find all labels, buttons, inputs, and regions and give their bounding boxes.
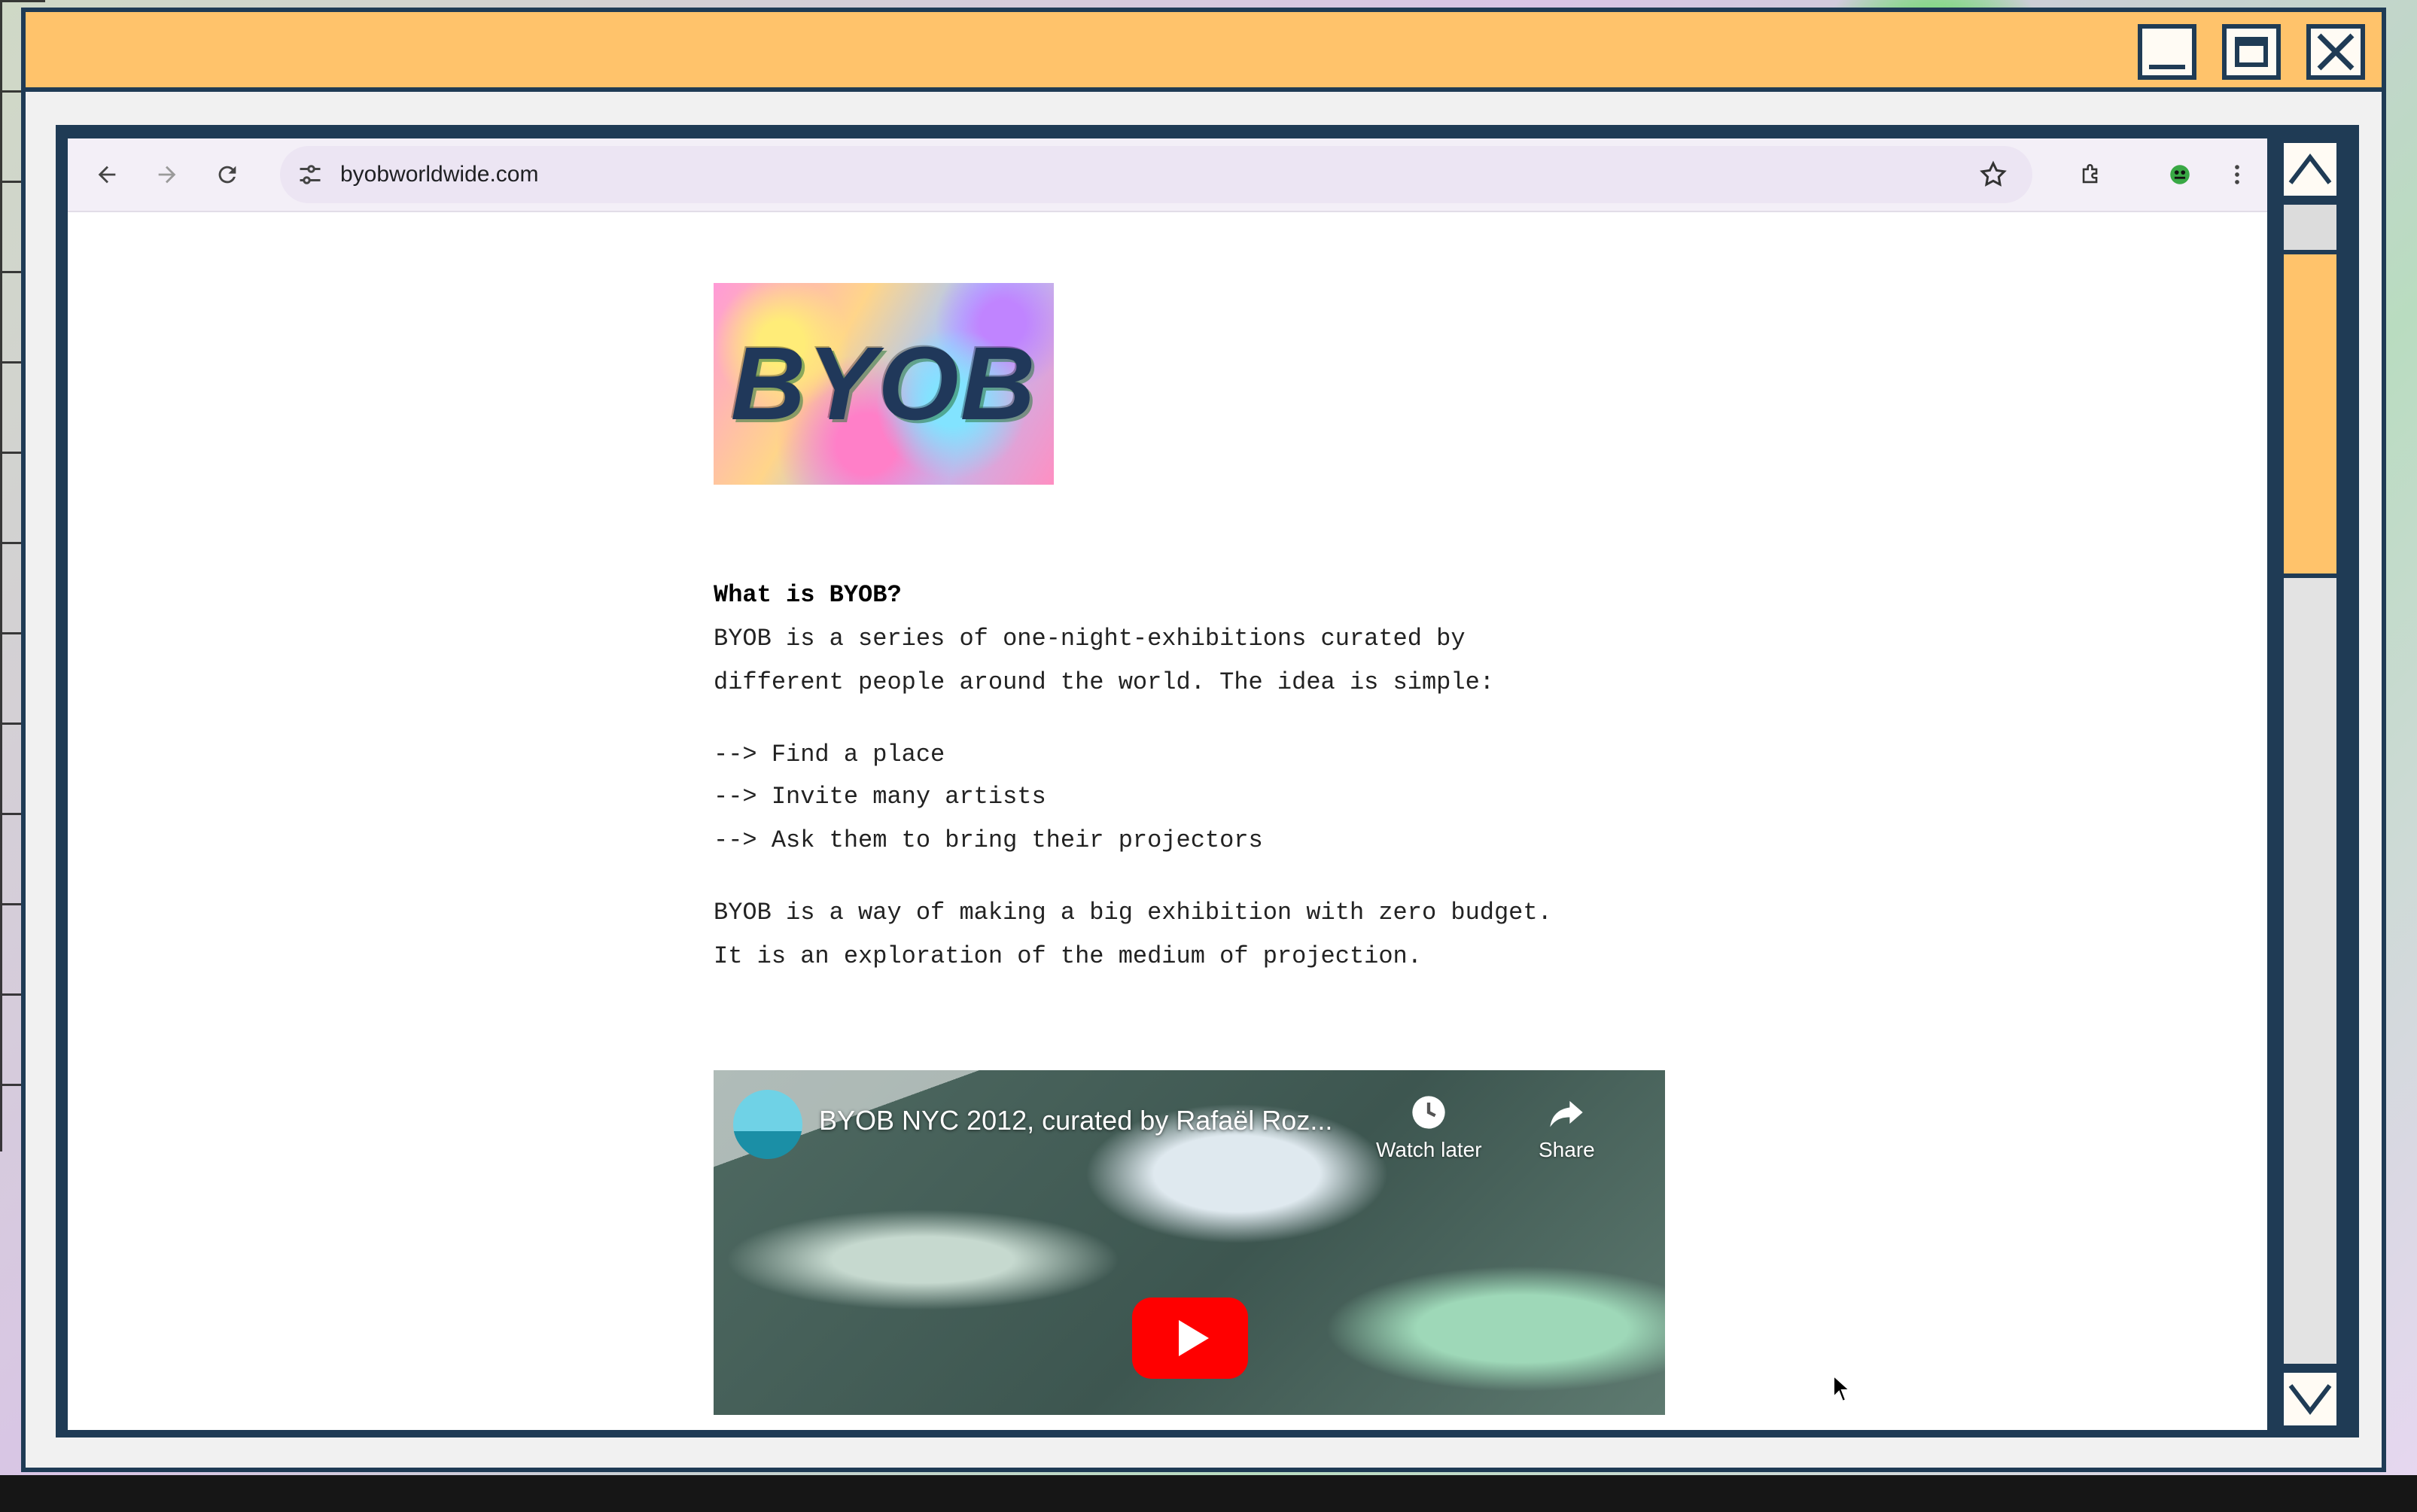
youtube-embed[interactable]: BYOB NYC 2012, curated by Rafaël Roz... … bbox=[714, 1070, 1665, 1415]
intro-line: different people around the world. The i… bbox=[714, 668, 1494, 696]
watch-later-label: Watch later bbox=[1376, 1138, 1482, 1161]
extension-avatar-icon bbox=[2170, 165, 2190, 184]
section-heading: What is BYOB? bbox=[714, 581, 902, 609]
chevron-up-icon bbox=[2288, 154, 2332, 184]
reload-button[interactable] bbox=[208, 155, 247, 194]
custom-scrollbar[interactable] bbox=[2273, 138, 2347, 1430]
tune-icon[interactable] bbox=[297, 161, 324, 188]
share-button[interactable]: Share bbox=[1539, 1093, 1595, 1162]
forward-button[interactable] bbox=[148, 155, 187, 194]
puzzle-icon bbox=[2082, 164, 2098, 184]
clock-icon bbox=[1412, 1096, 1445, 1129]
address-bar[interactable]: byobworldwide.com bbox=[280, 146, 2032, 203]
back-button[interactable] bbox=[87, 155, 126, 194]
step-item: --> Ask them to bring their projectors bbox=[714, 826, 1263, 854]
minimize-button[interactable] bbox=[2138, 24, 2196, 80]
step-item: --> Invite many artists bbox=[714, 783, 1046, 811]
close-button[interactable] bbox=[2306, 24, 2365, 80]
scroll-track-top bbox=[2284, 205, 2336, 254]
arrow-right-icon bbox=[158, 166, 176, 184]
outro-line: BYOB is a way of making a big exhibition… bbox=[714, 899, 1552, 926]
play-icon bbox=[1179, 1320, 1209, 1356]
reload-icon bbox=[218, 166, 236, 184]
extensions-button[interactable] bbox=[2071, 155, 2111, 194]
window-titlebar[interactable] bbox=[26, 12, 2382, 92]
outro-line: It is an exploration of the medium of pr… bbox=[714, 942, 1422, 970]
watch-later-button[interactable]: Watch later bbox=[1376, 1093, 1482, 1162]
url-text[interactable]: byobworldwide.com bbox=[340, 160, 538, 190]
mouse-cursor-icon bbox=[1833, 1374, 1852, 1403]
byob-logo: BYOB bbox=[714, 283, 1054, 485]
minimize-icon bbox=[2149, 65, 2185, 69]
scroll-thumb[interactable] bbox=[2284, 254, 2336, 578]
scroll-up-button[interactable] bbox=[2279, 138, 2341, 200]
browser-menu-button[interactable] bbox=[2218, 155, 2257, 194]
arrow-left-icon bbox=[98, 166, 116, 184]
browser-viewport: byobworldwide.com BYOB What is BYOB? BYO… bbox=[68, 138, 2267, 1430]
maximize-button[interactable] bbox=[2222, 24, 2281, 80]
share-label: Share bbox=[1539, 1138, 1595, 1161]
play-button[interactable] bbox=[1132, 1298, 1248, 1379]
scroll-down-button[interactable] bbox=[2279, 1368, 2341, 1430]
close-icon bbox=[2317, 33, 2355, 71]
browser-toolbar: byobworldwide.com bbox=[68, 138, 2267, 212]
kebab-menu-icon bbox=[2235, 165, 2239, 184]
logo-text: BYOB bbox=[730, 325, 1037, 442]
profile-extension-button[interactable] bbox=[2160, 155, 2199, 194]
step-item: --> Find a place bbox=[714, 741, 945, 768]
browser-frame: byobworldwide.com BYOB What is BYOB? BYO… bbox=[56, 125, 2359, 1437]
chevron-down-icon bbox=[2288, 1384, 2332, 1415]
scroll-track[interactable] bbox=[2284, 205, 2336, 1364]
maximize-icon bbox=[2235, 37, 2268, 67]
share-arrow-icon bbox=[1550, 1100, 1584, 1127]
intro-line: BYOB is a series of one-night-exhibition… bbox=[714, 625, 1466, 653]
star-icon[interactable] bbox=[1978, 160, 2008, 190]
taskbar bbox=[0, 1475, 2417, 1512]
channel-avatar[interactable] bbox=[733, 1090, 802, 1159]
video-title[interactable]: BYOB NYC 2012, curated by Rafaël Roz... bbox=[819, 1105, 1332, 1136]
web-page: BYOB What is BYOB? BYOB is a series of o… bbox=[68, 212, 2267, 1430]
